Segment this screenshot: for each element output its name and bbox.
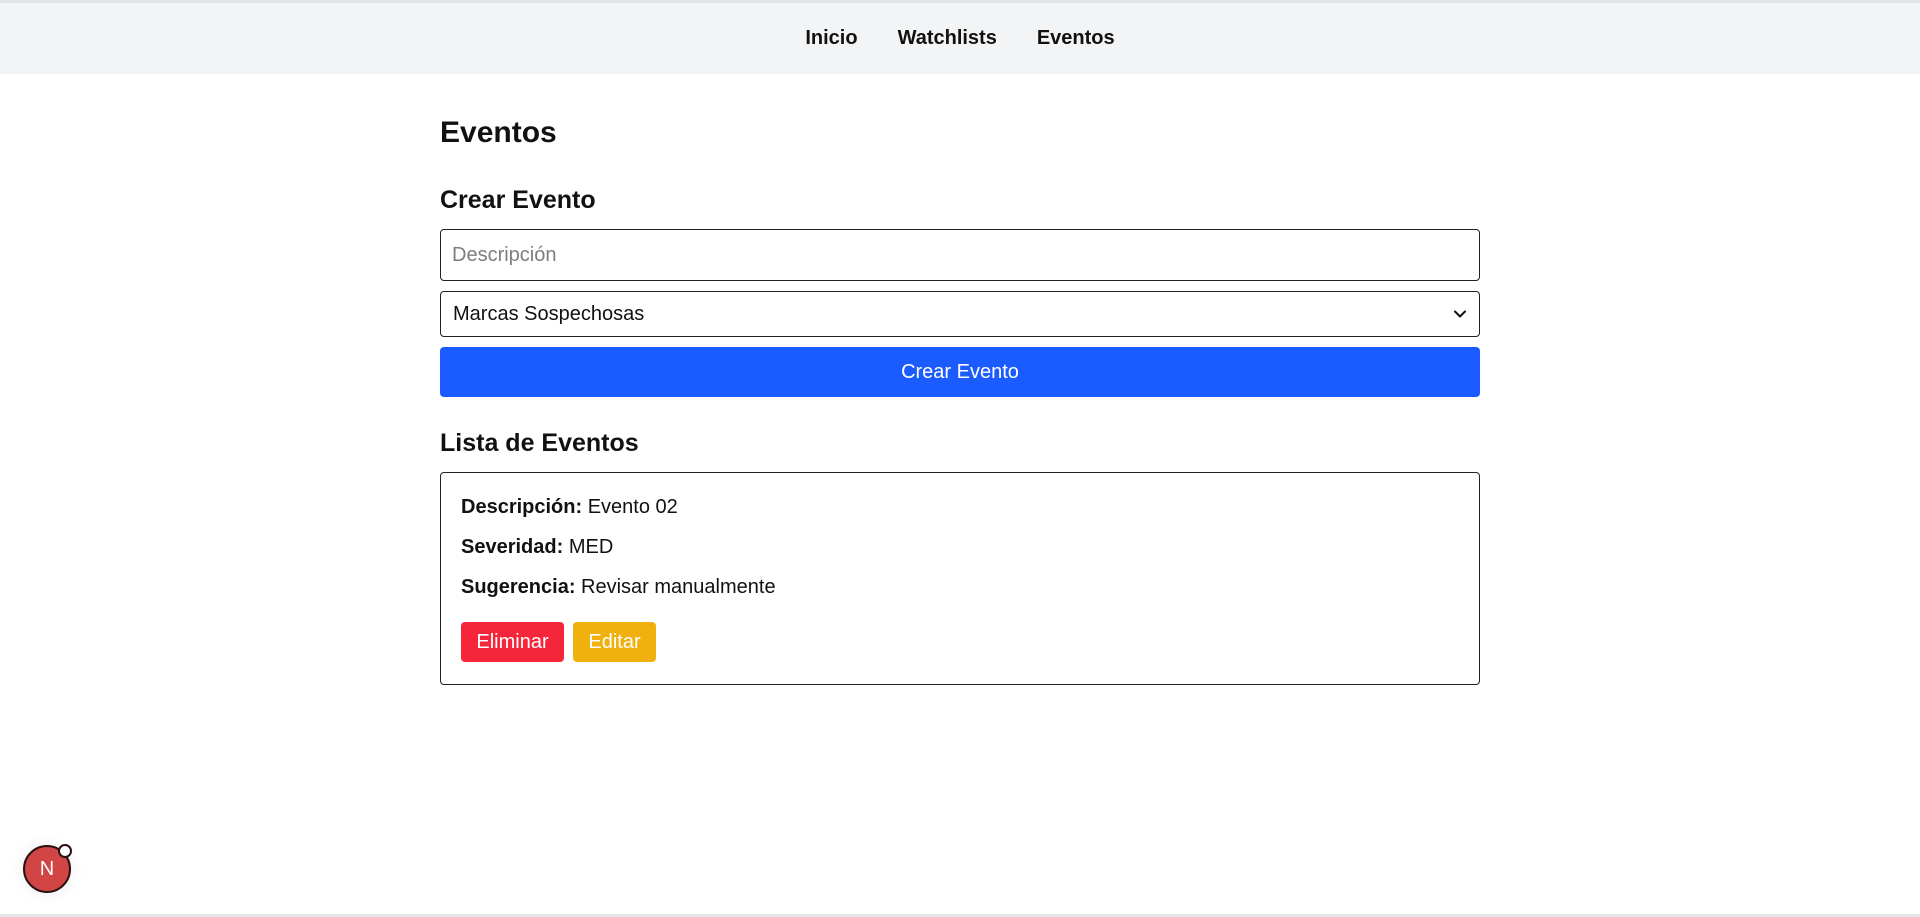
event-description-row: Descripción: Evento 02 bbox=[461, 496, 678, 519]
page-title: Eventos bbox=[440, 116, 557, 149]
event-card: Descripción: Evento 02 Severidad: MED Su… bbox=[440, 472, 1480, 685]
nav-link-eventos[interactable]: Eventos bbox=[1037, 27, 1115, 50]
event-description-value: Evento 02 bbox=[587, 496, 678, 518]
create-event-button[interactable]: Crear Evento bbox=[440, 347, 1480, 397]
description-input[interactable] bbox=[440, 229, 1480, 281]
event-severity-row: Severidad: MED bbox=[461, 536, 613, 559]
dev-tools-badge-letter: N bbox=[39, 857, 55, 880]
top-navbar: Inicio Watchlists Eventos bbox=[0, 3, 1920, 74]
event-severity-value: MED bbox=[568, 536, 614, 558]
event-list-heading: Lista de Eventos bbox=[440, 429, 639, 457]
delete-event-button[interactable]: Eliminar bbox=[461, 622, 564, 662]
notification-dot bbox=[58, 844, 72, 858]
chevron-down-icon bbox=[1454, 310, 1466, 318]
event-type-select[interactable]: Marcas Sospechosas bbox=[440, 291, 1480, 337]
nav-link-inicio[interactable]: Inicio bbox=[805, 27, 857, 50]
create-event-heading: Crear Evento bbox=[440, 186, 596, 214]
event-description-label: Descripción: bbox=[461, 496, 588, 518]
edit-event-button[interactable]: Editar bbox=[573, 622, 656, 662]
event-suggestion-label: Sugerencia: bbox=[461, 576, 582, 598]
event-suggestion-value: Revisar manualmente bbox=[581, 576, 776, 598]
nav-link-watchlists[interactable]: Watchlists bbox=[898, 27, 997, 50]
event-severity-label: Severidad: bbox=[461, 536, 569, 558]
event-suggestion-row: Sugerencia: Revisar manualmente bbox=[461, 576, 776, 599]
event-type-select-value: Marcas Sospechosas bbox=[453, 302, 645, 325]
dev-tools-badge[interactable]: N bbox=[23, 844, 72, 893]
